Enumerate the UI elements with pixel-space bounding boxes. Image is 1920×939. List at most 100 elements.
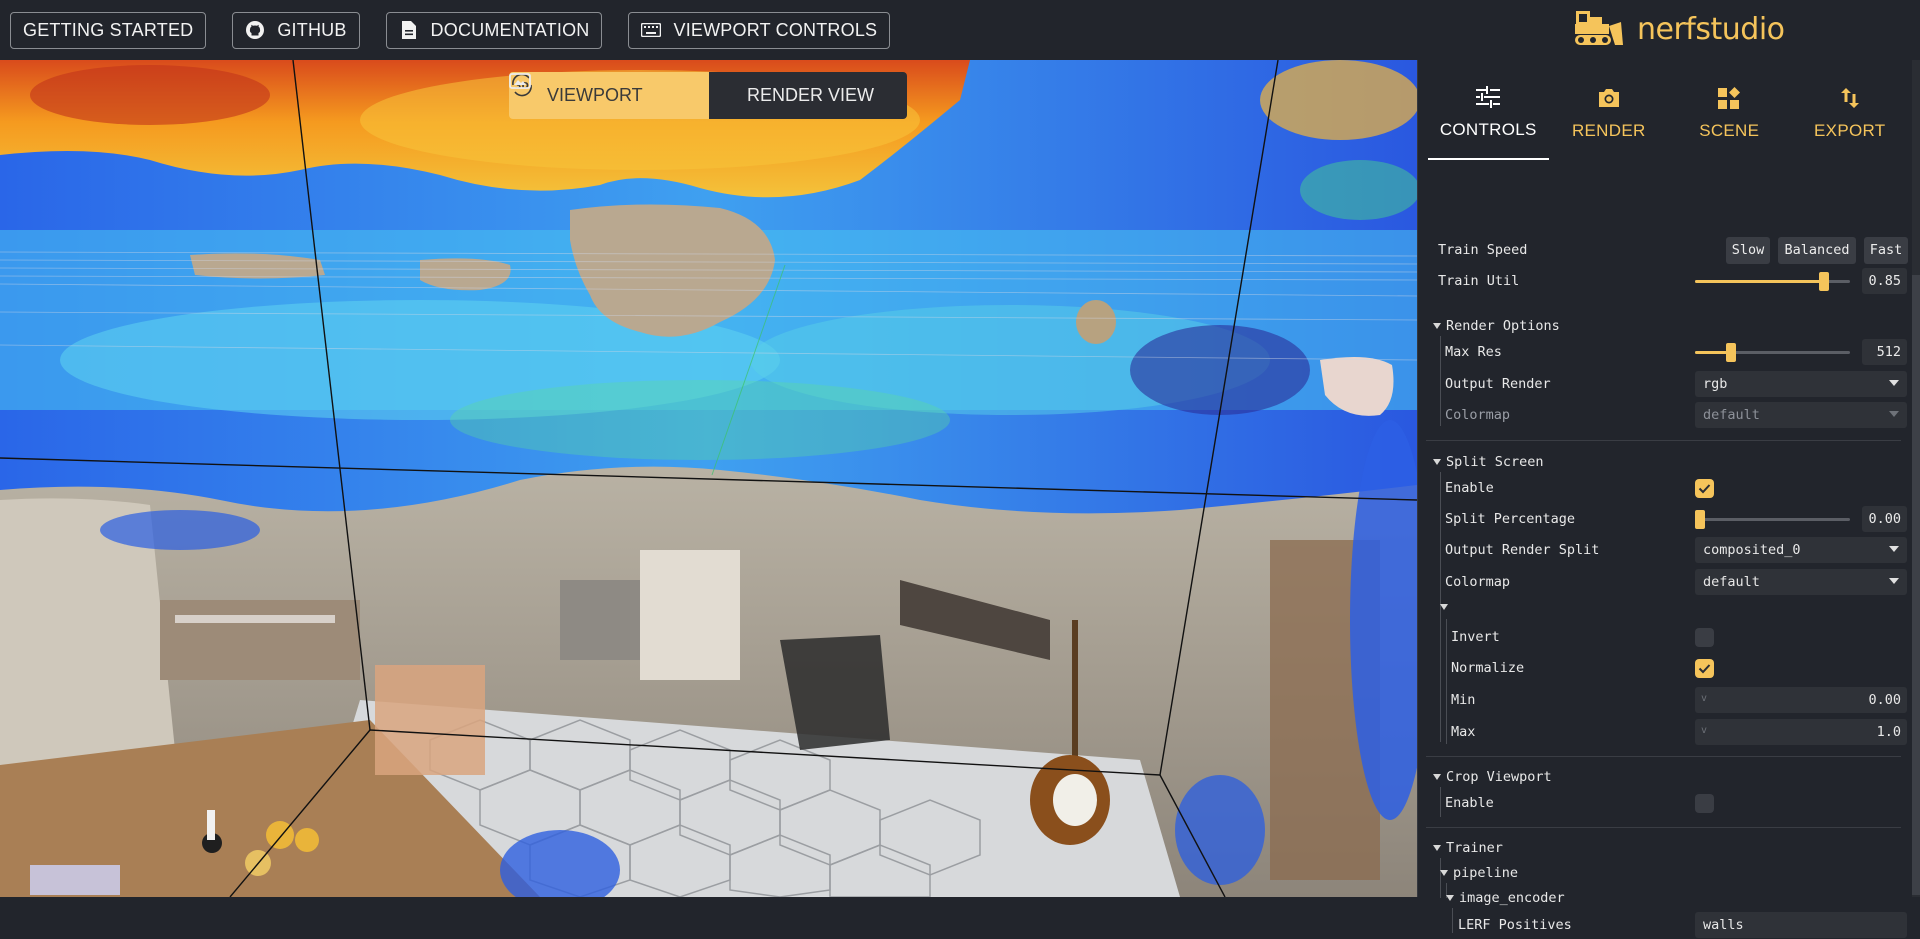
max-res-label: Max Res — [1445, 344, 1502, 360]
train-util-slider-group: 0.85 — [1695, 268, 1907, 294]
min-label: Min — [1451, 692, 1476, 708]
normalize-row: Normalize — [1451, 654, 1908, 682]
train-util-slider-thumb[interactable] — [1819, 272, 1829, 291]
collapse-triangle-icon — [1440, 870, 1448, 876]
panel-tabs: CONTROLS RENDER SCENE EXPORT — [1418, 60, 1920, 160]
chevron-down-icon — [1889, 546, 1899, 552]
max-prefix: v — [1701, 725, 1708, 736]
crop-enable-ctl — [1695, 790, 1907, 816]
normalize-checkbox[interactable] — [1695, 659, 1714, 678]
split-colormap-row: Colormap default — [1445, 568, 1908, 596]
colormap-ctl: default — [1695, 402, 1907, 428]
viewport-mode-toggle[interactable]: 3D VIEWPORT RENDER VIEW — [509, 72, 907, 119]
tab-export-label: EXPORT — [1814, 121, 1886, 140]
tab-export[interactable]: EXPORT — [1790, 60, 1911, 160]
divider — [1426, 827, 1901, 828]
crop-enable-checkbox[interactable] — [1695, 794, 1714, 813]
tab-render-label: RENDER — [1571, 121, 1646, 140]
chevron-down-icon — [1889, 411, 1899, 417]
split-enable-checkbox[interactable] — [1695, 479, 1714, 498]
tab-scene[interactable]: SCENE — [1669, 60, 1790, 160]
top-bar: GETTING STARTED GITHUB DOCUMENTATION VIE… — [0, 0, 1920, 60]
viewport-3d[interactable]: 3D VIEWPORT RENDER VIEW — [0, 60, 1417, 897]
split-enable-label: Enable — [1445, 480, 1494, 496]
panel-scrollbar[interactable] — [1912, 60, 1920, 897]
render-options-header[interactable]: Render Options — [1433, 318, 1560, 334]
crop-enable-row: Enable — [1445, 789, 1908, 817]
split-colormap-ctl: default — [1695, 569, 1907, 595]
train-speed-balanced-button[interactable]: Balanced — [1778, 236, 1856, 264]
output-render-split-value: composited_0 — [1703, 542, 1801, 558]
min-input[interactable]: v 0.00 — [1695, 687, 1907, 713]
split-colormap-value: default — [1703, 574, 1760, 590]
check-icon — [1698, 664, 1711, 674]
max-res-row: Max Res 512 — [1445, 338, 1908, 366]
render-view-tab[interactable]: RENDER VIEW — [509, 72, 907, 119]
image-encoder-guide — [1452, 908, 1453, 933]
output-render-row: Output Render rgb — [1445, 370, 1908, 398]
output-render-split-ctl: composited_0 — [1695, 537, 1907, 563]
max-input[interactable]: v 1.0 — [1695, 719, 1907, 745]
min-value: 0.00 — [1868, 692, 1901, 708]
normalize-label: Normalize — [1451, 660, 1525, 676]
max-res-slider-thumb[interactable] — [1726, 343, 1736, 362]
panel-scrollbar-thumb[interactable] — [1912, 275, 1920, 895]
min-ctl: v 0.00 — [1695, 687, 1907, 713]
divider — [1426, 756, 1901, 757]
max-row: Max v 1.0 — [1451, 718, 1908, 746]
tab-controls[interactable]: CONTROLS — [1428, 60, 1549, 160]
github-button[interactable]: GITHUB — [232, 11, 360, 49]
control-panel: CONTROLS RENDER SCENE EXPORT Train Speed… — [1417, 60, 1920, 938]
widgets-icon — [1717, 85, 1741, 111]
keyboard-icon — [641, 20, 662, 40]
trainer-header[interactable]: Trainer — [1433, 840, 1503, 856]
pipeline-header[interactable]: pipeline — [1440, 865, 1518, 881]
train-util-label: Train Util — [1438, 273, 1520, 289]
github-label: GITHUB — [277, 19, 347, 40]
crop-viewport-title: Crop Viewport — [1446, 769, 1552, 785]
colormap-options-header[interactable] — [1440, 604, 1453, 610]
crop-enable-label: Enable — [1445, 795, 1494, 811]
max-res-value[interactable]: 512 — [1862, 339, 1907, 365]
sliders-icon — [1476, 84, 1501, 110]
train-speed-row: Train Speed Slow Balanced Fast — [1438, 236, 1908, 264]
split-percentage-row: Split Percentage 0.00 — [1445, 505, 1908, 533]
render-options-title: Render Options — [1446, 318, 1560, 334]
split-percentage-slider-track[interactable] — [1695, 518, 1850, 521]
output-render-split-row: Output Render Split composited_0 — [1445, 536, 1908, 564]
output-render-split-select[interactable]: composited_0 — [1695, 537, 1907, 563]
lerf-positives-value: walls — [1703, 917, 1744, 933]
crop-viewport-header[interactable]: Crop Viewport — [1433, 769, 1552, 785]
split-percentage-slider-thumb[interactable] — [1695, 510, 1705, 529]
max-res-slider-group: 512 — [1695, 339, 1907, 365]
pipeline-title: pipeline — [1453, 865, 1519, 881]
colormap-select[interactable]: default — [1695, 402, 1907, 428]
getting-started-button[interactable]: GETTING STARTED — [10, 11, 207, 49]
getting-started-label: GETTING STARTED — [23, 19, 194, 40]
output-render-select[interactable]: rgb — [1695, 371, 1907, 397]
train-util-slider-fill — [1695, 280, 1824, 283]
split-screen-header[interactable]: Split Screen — [1433, 454, 1544, 470]
invert-row: Invert — [1451, 623, 1908, 651]
viewport-controls-label: VIEWPORT CONTROLS — [673, 19, 878, 40]
split-percentage-slider-group: 0.00 — [1695, 506, 1907, 532]
viewport-tab[interactable]: 3D VIEWPORT — [509, 72, 709, 119]
divider — [1426, 440, 1901, 441]
image-encoder-header[interactable]: image_encoder — [1446, 890, 1565, 906]
split-percentage-value[interactable]: 0.00 — [1862, 506, 1907, 532]
nerfstudio-logo[interactable]: nerfstudio — [1573, 6, 1785, 52]
lerf-positives-input[interactable]: walls — [1695, 912, 1907, 938]
invert-checkbox[interactable] — [1695, 628, 1714, 647]
split-colormap-label: Colormap — [1445, 574, 1511, 590]
output-render-value: rgb — [1703, 376, 1728, 392]
train-speed-fast-button[interactable]: Fast — [1864, 236, 1908, 264]
lerf-positives-row: LERF Positives walls — [1458, 911, 1908, 939]
split-colormap-select[interactable]: default — [1695, 569, 1907, 595]
output-render-label: Output Render — [1445, 376, 1551, 392]
viewport-controls-button[interactable]: VIEWPORT CONTROLS — [628, 11, 891, 49]
tab-render[interactable]: RENDER — [1549, 60, 1670, 160]
train-util-value[interactable]: 0.85 — [1862, 268, 1907, 294]
split-percentage-label: Split Percentage — [1445, 511, 1576, 527]
documentation-button[interactable]: DOCUMENTATION — [385, 11, 603, 49]
train-speed-slow-button[interactable]: Slow — [1726, 236, 1770, 264]
